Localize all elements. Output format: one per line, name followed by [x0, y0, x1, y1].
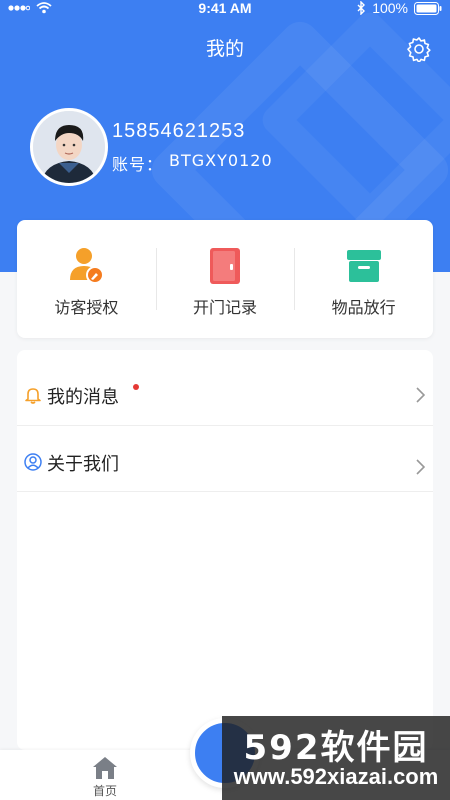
avatar-portrait: [33, 111, 105, 183]
menu-item-my-messages[interactable]: 我的消息: [17, 360, 433, 426]
profile-info: 15854621253 账号： BTGXY0120: [112, 120, 273, 175]
title-bar: 我的: [0, 30, 450, 66]
item-release-box-icon: [346, 250, 381, 282]
status-bar: 9:41 AM 100%: [0, 0, 450, 18]
menu-list: 我的消息 关于我们: [17, 350, 433, 750]
menu-item-about-us[interactable]: 关于我们: [17, 426, 433, 492]
settings-gear-icon[interactable]: [406, 36, 432, 62]
home-icon: [93, 757, 117, 779]
bluetooth-icon: [357, 1, 366, 15]
tab-home[interactable]: 首页: [92, 756, 118, 799]
quick-action-label: 物品放行: [331, 298, 396, 317]
chevron-right-icon: [416, 459, 425, 475]
visitor-authorization-icon: [70, 248, 105, 284]
watermark-logo: 592软件园: [243, 728, 429, 768]
profile-section[interactable]: 15854621253 账号： BTGXY0120: [30, 108, 273, 186]
door-record-icon: [210, 248, 240, 284]
account-label: 账号：: [112, 154, 164, 174]
battery-icon: [414, 1, 442, 15]
phone-number: 15854621253: [112, 119, 246, 142]
status-right: 100%: [356, 0, 442, 16]
bell-icon: [25, 388, 41, 404]
avatar[interactable]: [30, 108, 108, 186]
tab-label: 首页: [92, 784, 117, 798]
page-title: 我的: [205, 38, 244, 60]
watermark-url: www.592xiazai.com: [233, 764, 439, 789]
unread-badge: [133, 384, 139, 390]
quick-actions-card: 访客授权 开门记录 物品放行: [17, 220, 433, 338]
site-watermark: 592软件园 www.592xiazai.com: [222, 716, 450, 800]
chevron-right-icon: [416, 387, 425, 403]
account-line: 账号： BTGXY0120: [112, 151, 273, 175]
account-id: BTGXY0120: [169, 150, 273, 170]
menu-item-label: 关于我们: [47, 454, 119, 475]
battery-percent: 100%: [372, 0, 408, 16]
quick-action-visitor-authorization[interactable]: 访客授权: [17, 220, 156, 338]
user-circle-icon: [24, 453, 42, 471]
quick-action-item-release[interactable]: 物品放行: [294, 220, 433, 338]
quick-action-label: 访客授权: [54, 298, 119, 317]
menu-item-label: 我的消息: [47, 387, 119, 408]
quick-action-door-record[interactable]: 开门记录: [155, 220, 295, 338]
quick-action-label: 开门记录: [193, 298, 258, 317]
